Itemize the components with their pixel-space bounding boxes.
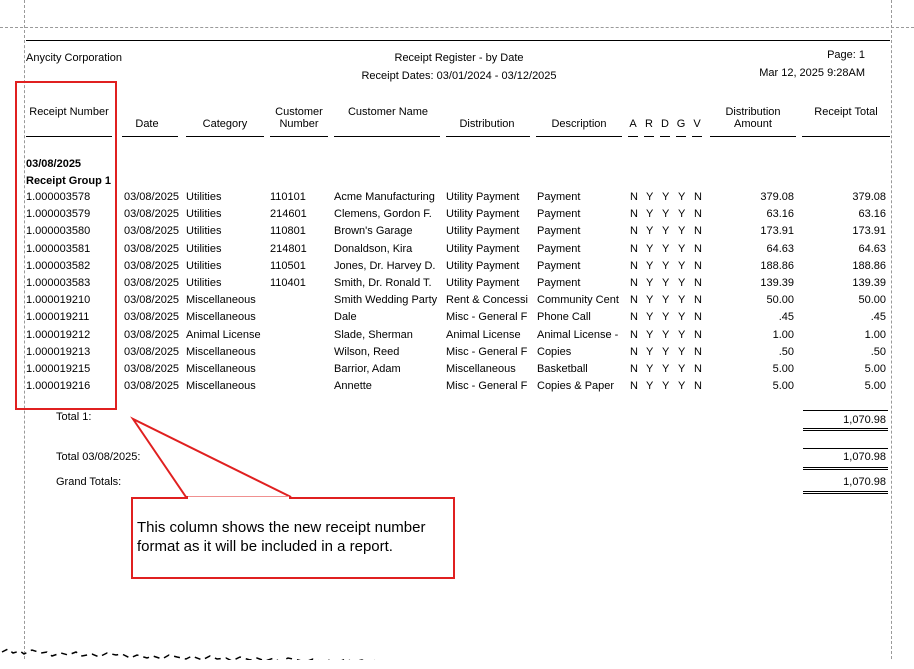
callout-join	[188, 496, 289, 500]
torn-edge-icon	[0, 648, 914, 669]
callout-text: This column shows the new receipt number…	[137, 519, 426, 555]
